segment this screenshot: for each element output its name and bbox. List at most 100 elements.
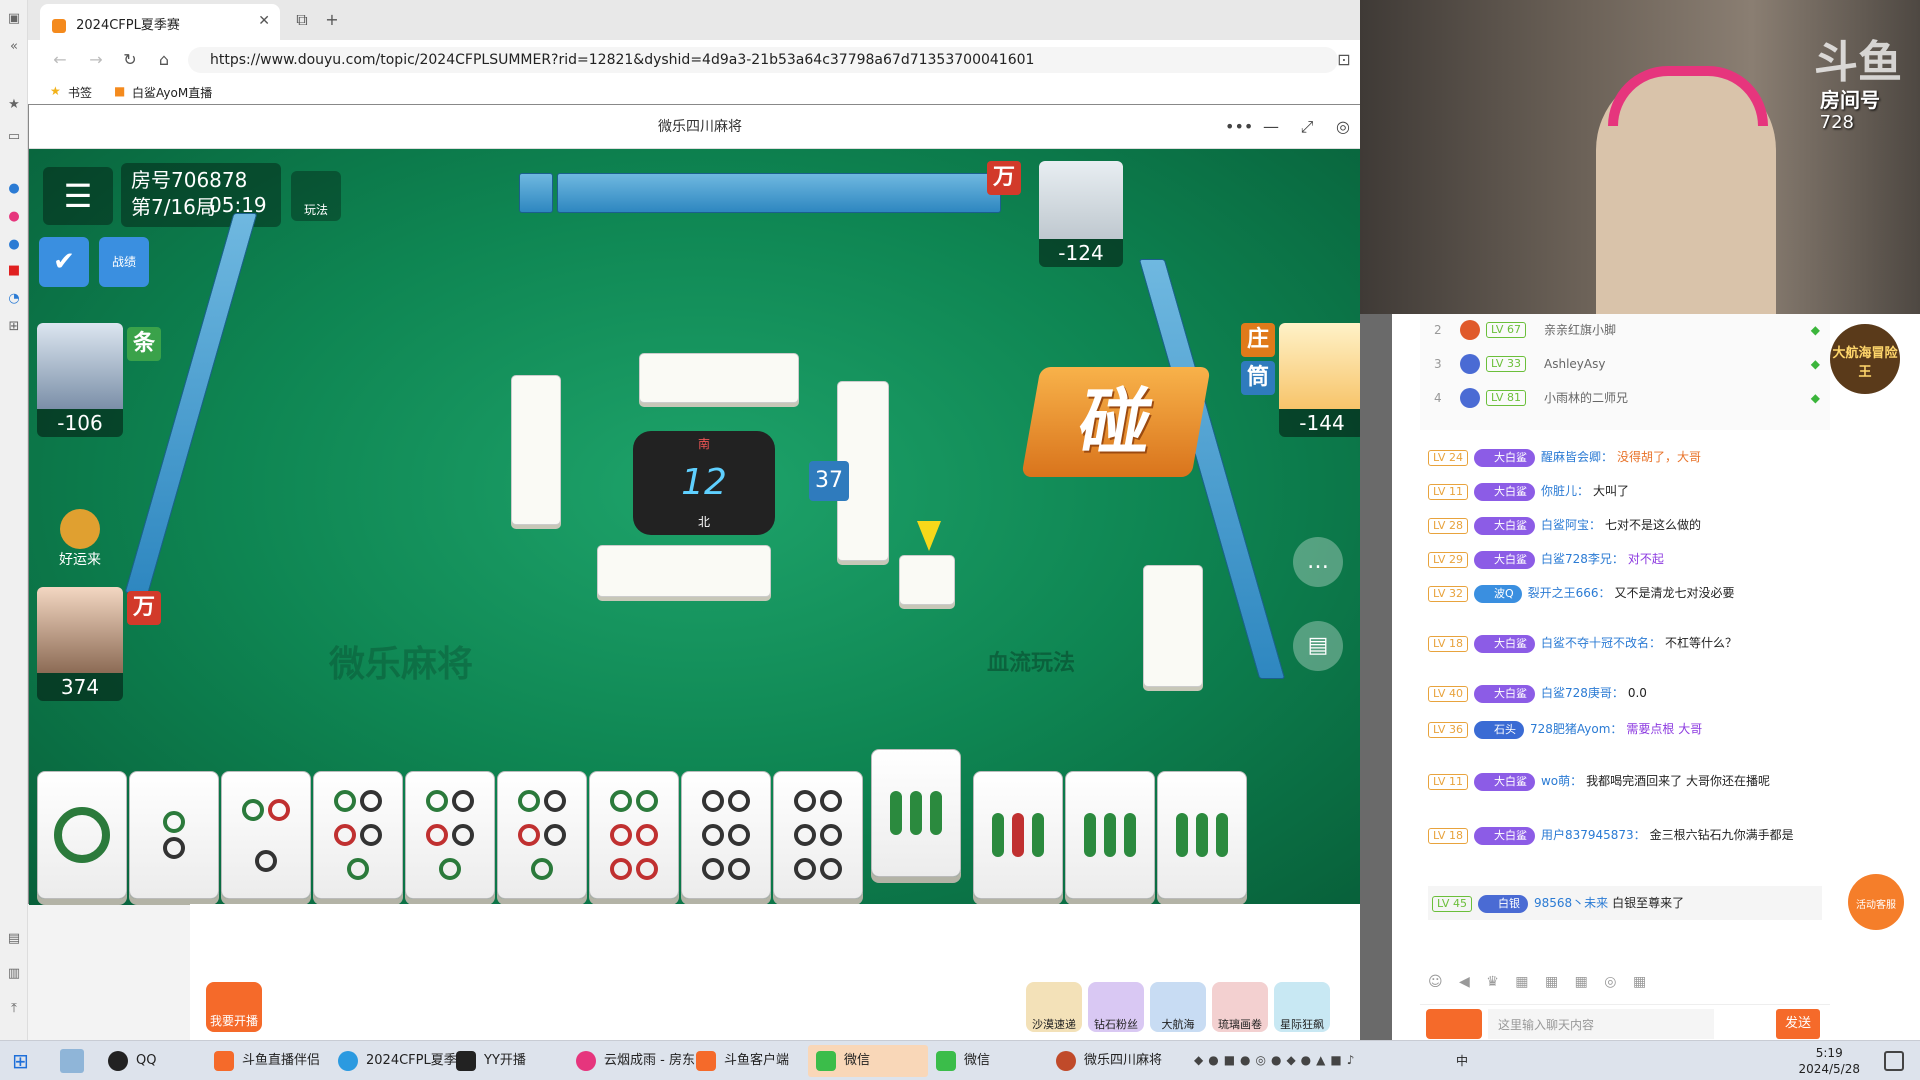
- notification-icon[interactable]: [1884, 1051, 1904, 1071]
- extension-icon[interactable]: ⊡: [1334, 50, 1354, 70]
- tab-grid-icon[interactable]: ⧉: [292, 10, 312, 30]
- support-button[interactable]: 活动客服: [1848, 874, 1904, 930]
- more-icon[interactable]: •••: [1225, 117, 1253, 137]
- tab-active[interactable]: 2024CFPL夏季赛 ✕: [40, 4, 280, 40]
- player-top[interactable]: -124: [1039, 161, 1123, 267]
- hand-tile-selected[interactable]: [871, 749, 961, 877]
- noble-badge-icon[interactable]: [1426, 1009, 1482, 1039]
- taskbar-item-qq[interactable]: QQ: [100, 1045, 166, 1077]
- rank-item[interactable]: 2 LV 67 亲亲红旗小脚 ◆: [1420, 314, 1830, 346]
- gift-desert[interactable]: 沙漠速递: [1026, 982, 1082, 1032]
- download-icon[interactable]: ▤: [5, 930, 23, 948]
- adventure-king-badge[interactable]: 大航海冒险王: [1830, 324, 1900, 394]
- bag-icon[interactable]: ▥: [5, 965, 23, 983]
- new-tab-icon[interactable]: +: [322, 10, 342, 30]
- chat-user[interactable]: 白鲨728李兄：: [1541, 552, 1624, 566]
- level-badge: LV 36: [1428, 722, 1468, 738]
- pin-icon[interactable]: ⤒: [5, 1000, 23, 1018]
- player-left[interactable]: -106: [37, 323, 123, 437]
- minimize-icon[interactable]: —: [1261, 117, 1281, 137]
- add-icon[interactable]: ⊞: [5, 318, 23, 336]
- taskbar-item-wechat-2[interactable]: 微信: [928, 1045, 1000, 1077]
- hand-tile[interactable]: [405, 771, 495, 899]
- gift-galaxy[interactable]: 星际狂飙: [1274, 982, 1330, 1032]
- chat-bubble-icon[interactable]: …: [1293, 537, 1343, 587]
- support-label: 活动客服: [1856, 900, 1896, 911]
- taskbar-item-mahjong[interactable]: 微乐四川麻将: [1048, 1045, 1172, 1077]
- system-tray[interactable]: ◆●■●◎●◆●▲■♪: [1194, 1053, 1454, 1069]
- record-label: 战绩: [111, 255, 136, 269]
- hand-tile[interactable]: [37, 771, 127, 899]
- forward-icon[interactable]: →: [86, 50, 106, 70]
- chat-input[interactable]: 这里输入聊天内容: [1488, 1009, 1714, 1039]
- sidebar-toggle-icon[interactable]: ▣: [5, 10, 23, 28]
- reload-icon[interactable]: ↻: [120, 50, 140, 70]
- restore-icon[interactable]: ⤢: [1297, 117, 1317, 137]
- chat-user[interactable]: 728肥猪Ayom：: [1530, 722, 1622, 736]
- hand-tile[interactable]: [313, 771, 403, 899]
- bookmark-item[interactable]: 书签: [68, 84, 92, 101]
- gift-scroll[interactable]: 琉璃画卷: [1212, 982, 1268, 1032]
- menu-icon[interactable]: ☰: [43, 167, 113, 225]
- hand-tile[interactable]: [589, 771, 679, 899]
- chat-toolbar[interactable]: ☺ ◀ ♛ ▦ ▦ ▦ ◎ ▦: [1428, 974, 1828, 998]
- windows-start-icon[interactable]: ⊞: [12, 1049, 36, 1073]
- rules-button[interactable]: 玩法: [291, 171, 341, 221]
- player-right[interactable]: -144: [1279, 323, 1365, 437]
- hand-tile[interactable]: [773, 771, 863, 899]
- chat-user[interactable]: 醒麻皆会卿：: [1541, 450, 1613, 464]
- hand-tile[interactable]: [221, 771, 311, 899]
- chat-user[interactable]: 白鲨阿宝：: [1541, 518, 1601, 532]
- chat-user[interactable]: 用户837945873：: [1541, 828, 1646, 842]
- gift-diamond[interactable]: 钻石粉丝: [1088, 982, 1144, 1032]
- chat-user[interactable]: wo萌：: [1541, 774, 1582, 788]
- home-icon[interactable]: ⌂: [154, 50, 174, 70]
- url-input[interactable]: https://www.douyu.com/topic/2024CFPLSUMM…: [188, 47, 1338, 73]
- luck-widget[interactable]: 好运来: [45, 509, 115, 579]
- go-live-button[interactable]: 我要开播: [206, 982, 262, 1032]
- chat-user[interactable]: 裂开之王666：: [1528, 586, 1611, 600]
- taskbar-item-douyu-client[interactable]: 斗鱼客户端: [688, 1045, 799, 1077]
- collapse-icon[interactable]: «: [5, 38, 23, 56]
- hand-tile[interactable]: [1157, 771, 1247, 899]
- send-button[interactable]: 发送: [1776, 1009, 1820, 1039]
- rank-badge-icon: [1460, 320, 1480, 340]
- folder-icon[interactable]: ▭: [5, 128, 23, 146]
- hand-tile[interactable]: [497, 771, 587, 899]
- hand-tile[interactable]: [973, 771, 1063, 899]
- close-icon[interactable]: ✕: [258, 13, 270, 29]
- news-icon[interactable]: ■: [5, 262, 23, 280]
- paw-icon[interactable]: ●: [5, 236, 23, 254]
- stream-video[interactable]: 斗鱼 房间号 728: [1360, 0, 1920, 314]
- star-icon[interactable]: ★: [5, 96, 23, 114]
- fan-badge: 大白鲨: [1473, 483, 1535, 501]
- app-icon[interactable]: ●: [5, 208, 23, 226]
- chat-user[interactable]: 你脏儿：: [1541, 484, 1589, 498]
- record-icon[interactable]: ◎: [1333, 117, 1353, 137]
- chat-text: 又不是清龙七对没必要: [1614, 586, 1735, 600]
- rank-item[interactable]: 3 LV 33 AshleyAsy ◆: [1420, 348, 1830, 380]
- rank-item[interactable]: 4 LV 81 小雨林的二师兄 ◆: [1420, 382, 1830, 414]
- taskbar-item-douyu-companion[interactable]: 斗鱼直播伴侣: [206, 1045, 330, 1077]
- taskbar-item-wechat[interactable]: 微信: [808, 1045, 928, 1077]
- ime-indicator[interactable]: 中: [1456, 1052, 1468, 1069]
- hand-tile[interactable]: [1065, 771, 1155, 899]
- hand-tile[interactable]: [681, 771, 771, 899]
- search-app-icon[interactable]: ●: [5, 180, 23, 198]
- clock-icon[interactable]: ◔: [5, 290, 23, 308]
- back-icon[interactable]: ←: [50, 50, 70, 70]
- chat-user[interactable]: 白鲨728庚哥：: [1541, 686, 1624, 700]
- shield-icon[interactable]: ✔: [39, 237, 89, 287]
- taskbar-item-yy[interactable]: YY开播: [448, 1045, 536, 1077]
- clipboard-icon[interactable]: ▤: [1293, 621, 1343, 671]
- chat-user[interactable]: 98568丶未来: [1534, 896, 1608, 910]
- hand-tile[interactable]: [129, 771, 219, 899]
- system-clock[interactable]: 5:19 2024/5/28: [1798, 1045, 1860, 1077]
- browser-sidebar: ▣ « ★ ▭ ● ● ● ■ ◔ ⊞ ▤ ▥ ⤒: [0, 0, 28, 1040]
- record-button[interactable]: 战绩: [99, 237, 149, 287]
- player-self[interactable]: 374: [37, 587, 123, 701]
- file-explorer-icon[interactable]: [60, 1049, 84, 1073]
- gift-voyage[interactable]: 大航海: [1150, 982, 1206, 1032]
- chat-user[interactable]: 白鲨不夺十冠不改名：: [1541, 636, 1661, 650]
- bookmark-item[interactable]: 白鲨AyoM直播: [132, 84, 212, 101]
